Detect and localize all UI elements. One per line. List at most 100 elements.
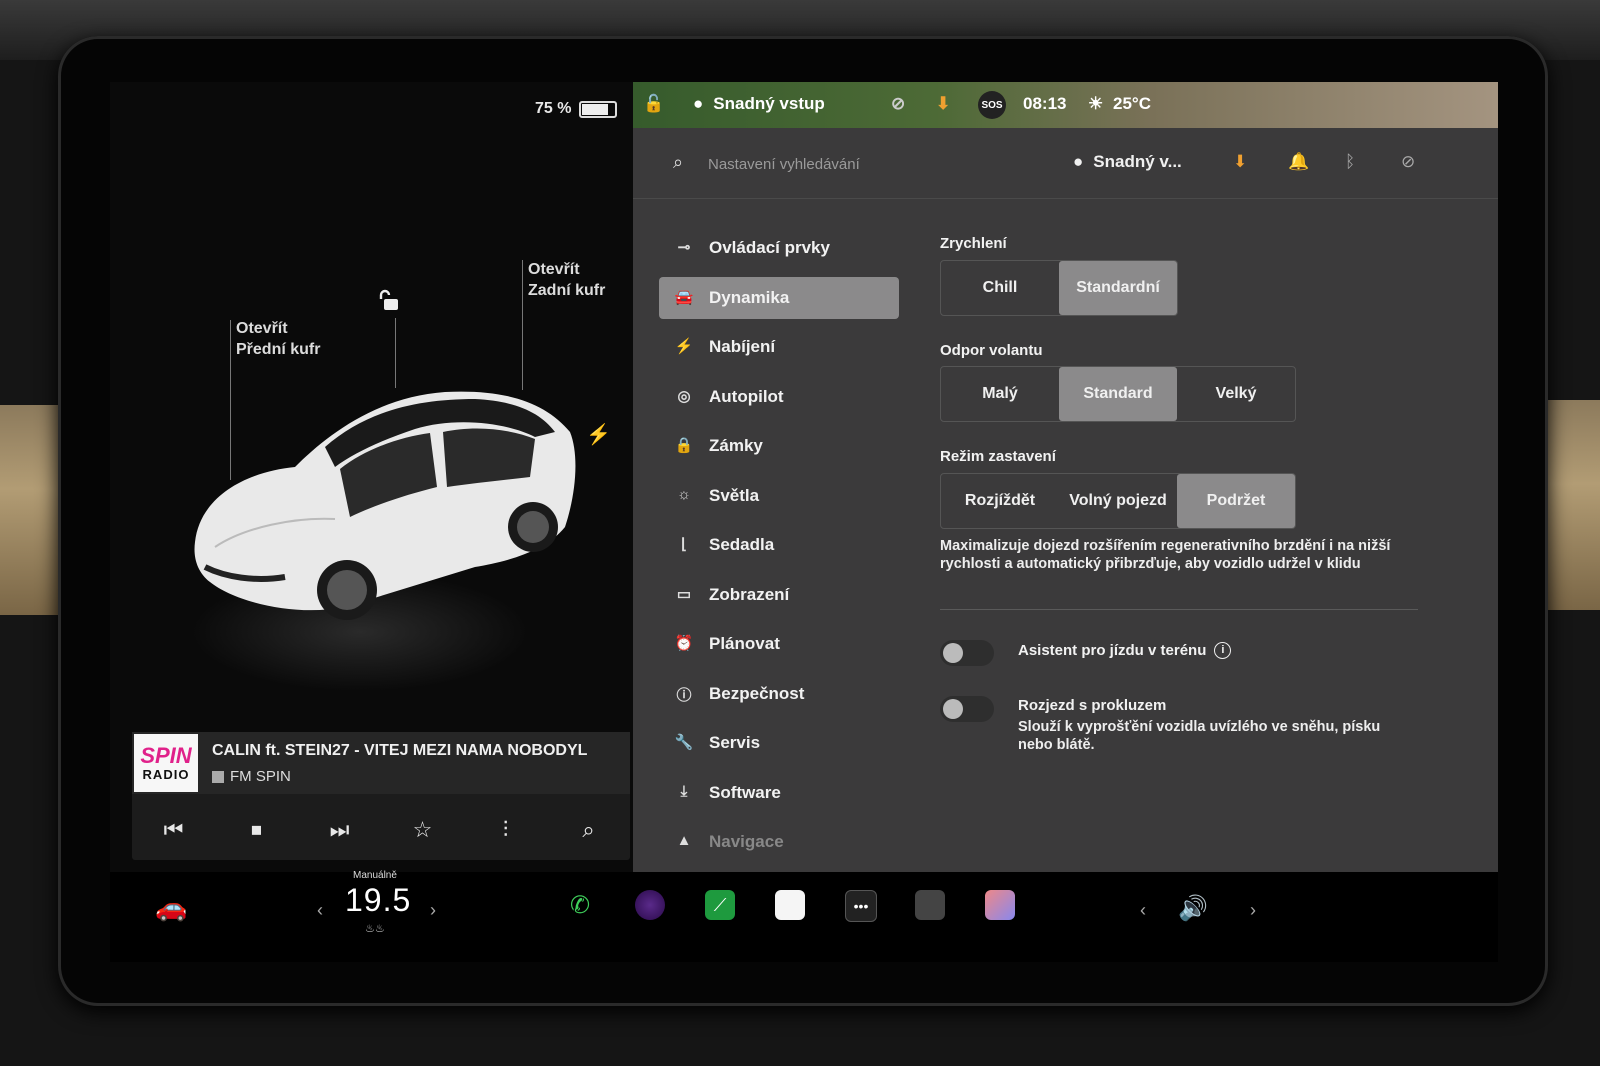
temp-down-chevron-icon[interactable]: ‹ (317, 900, 323, 921)
calendar-icon[interactable] (775, 890, 805, 920)
steering-heavy[interactable]: Velký (1177, 367, 1295, 421)
more-apps-icon[interactable]: ••• (845, 890, 877, 922)
battery-status: 75 % (535, 100, 618, 118)
settings-search-input[interactable]: Nastavení vyhledávání (708, 156, 860, 173)
stopping-roll[interactable]: Volný pojezd (1059, 474, 1177, 528)
volume-down-chevron-icon[interactable]: ‹ (1140, 900, 1146, 921)
menu-item-safety[interactable]: ⓘ Bezpečnost (659, 673, 899, 715)
toggle-icon: ⊸ (677, 239, 691, 256)
display-icon: ▭ (676, 585, 692, 603)
steering-wheel-icon: ◎ (677, 387, 691, 405)
menu-item-schedule[interactable]: ⏰ Plánovat (659, 623, 899, 665)
status-profile-name: Snadný vstup (713, 94, 825, 113)
menu-item-autopilot[interactable]: ◎ Autopilot (659, 376, 899, 418)
equalizer-icon[interactable]: ⫶ (486, 817, 526, 843)
wrench-icon: 🔧 (674, 734, 694, 751)
logo-bottom-text: RADIO (142, 766, 190, 782)
download-icon: ⤓ (680, 782, 688, 800)
bluetooth-icon[interactable]: ᛒ (1345, 152, 1355, 172)
steering-standard[interactable]: Standard (1059, 367, 1177, 421)
car-view-panel: 75 % Otevřít Přední kufr Otevřít Zadní k… (110, 82, 640, 872)
menu-item-service[interactable]: 🔧 Servis (659, 722, 899, 764)
menu-label: Zámky (709, 436, 763, 455)
stopping-hold[interactable]: Podržet (1177, 474, 1295, 528)
menu-item-software[interactable]: ⤓ Software (659, 772, 899, 814)
trunk-line1: Otevřít (528, 261, 580, 278)
menu-label: Nabíjení (709, 337, 776, 356)
dashcam-icon[interactable] (915, 890, 945, 920)
menu-label: Autopilot (709, 386, 784, 406)
bell-icon[interactable]: 🔔 (1288, 152, 1309, 172)
sos-icon[interactable]: SOS (978, 91, 1006, 119)
touchscreen: 75 % Otevřít Přední kufr Otevřít Zadní k… (110, 82, 1498, 962)
download-icon[interactable]: ⬇ (936, 94, 950, 114)
radio-source-icon (212, 770, 224, 783)
energy-graph-icon[interactable]: ⟋ (705, 890, 735, 920)
trunk-line2: Zadní kufr (528, 282, 606, 299)
stopping-mode-selector: Rozjíždět Volný pojezd Podržet (940, 473, 1296, 529)
now-playing[interactable]: SPIN RADIO CALIN ft. STEIN27 - VITEJ MEZ… (132, 732, 630, 794)
info-icon[interactable]: i (1214, 642, 1232, 659)
menu-item-lights[interactable]: ☼ Světla (659, 475, 899, 517)
steering-light[interactable]: Malý (941, 367, 1059, 421)
volume-up-chevron-icon[interactable]: › (1250, 900, 1256, 921)
menu-item-charging[interactable]: ⚡ Nabíjení (659, 326, 899, 368)
slip-start-description: Slouží k vyprošťění vozidla uvízlého ve … (1018, 719, 1381, 753)
user-icon: ● (693, 94, 704, 113)
menu-item-controls[interactable]: ⊸ Ovládací prvky (659, 227, 899, 269)
navigation-icon: ▲ (676, 832, 692, 849)
open-frunk-button[interactable]: Otevřít Přední kufr (236, 318, 320, 360)
seat-heater-icon[interactable]: ♨♨ (365, 922, 385, 935)
user-icon: ● (1073, 152, 1084, 171)
car-model-image (194, 391, 576, 620)
search-icon: ⌕ (673, 152, 684, 172)
toybox-icon[interactable] (985, 890, 1015, 920)
phone-icon[interactable]: ✆ (565, 890, 595, 920)
menu-item-seats[interactable]: ⌊ Sedadla (659, 524, 899, 566)
steering-title: Odpor volantu (940, 342, 1043, 359)
next-track-icon[interactable]: ⏭ (320, 817, 360, 843)
slip-start-label: Rozjezd s prokluzem (1018, 697, 1167, 714)
software-download-icon[interactable]: ⬇ (1233, 152, 1247, 172)
settings-menu: ⊸ Ovládací prvky 🚘 Dynamika ⚡ Nabíjení ◎ Aut… (659, 227, 899, 871)
slip-start-toggle[interactable] (940, 696, 994, 722)
status-profile[interactable]: ● Snadný vstup (693, 94, 825, 114)
acceleration-standard[interactable]: Standardní (1059, 261, 1177, 315)
unlocked-lock-icon[interactable]: 🔓 (643, 94, 664, 114)
menu-item-navigation[interactable]: ▲ Navigace (659, 821, 899, 863)
cabin-temperature[interactable]: 19.5 (345, 882, 411, 919)
bottom-dock: 🚗 ‹ Manuálně 19.5 ♨♨ › ✆ ⟋ ••• ‹ 🔊 › (110, 870, 1498, 962)
offroad-assist-toggle[interactable] (940, 640, 994, 666)
car-icon: 🚘 (674, 288, 694, 306)
seat-icon: ⌊ (681, 536, 687, 553)
stopping-creep[interactable]: Rozjíždět (941, 474, 1059, 528)
acceleration-chill[interactable]: Chill (941, 261, 1059, 315)
favorite-star-icon[interactable]: ☆ (403, 817, 443, 843)
unlock-icon[interactable] (378, 288, 404, 319)
car-icon[interactable]: 🚗 (155, 892, 187, 923)
menu-label: Bezpečnost (709, 683, 805, 703)
charge-port-icon[interactable]: ⚡ (586, 422, 611, 447)
camera-app-icon[interactable] (635, 890, 665, 920)
bolt-icon: ⚡ (674, 338, 694, 355)
menu-label: Dynamika (709, 287, 790, 307)
menu-label: Světla (709, 485, 760, 505)
media-search-icon[interactable]: ⌕ (569, 817, 609, 843)
frunk-line2: Přední kufr (236, 341, 321, 358)
open-trunk-button[interactable]: Otevřít Zadní kufr (528, 259, 605, 301)
climate-mode-label: Manuálně (353, 870, 397, 881)
offroad-assist-row: Asistent pro jízdu v terénu i (1018, 642, 1232, 659)
menu-item-display[interactable]: ▭ Zobrazení (659, 574, 899, 616)
profile-button[interactable]: ● Snadný v... (1073, 152, 1182, 172)
menu-item-locks[interactable]: 🔒 Zámky (659, 425, 899, 467)
no-signal-icon: ⊘ (891, 94, 906, 113)
media-player: SPIN RADIO CALIN ft. STEIN27 - VITEJ MEZ… (132, 732, 630, 860)
stopping-mode-title: Režim zastavení (940, 448, 1056, 465)
stop-icon[interactable]: ⏹ (237, 817, 277, 843)
volume-icon[interactable]: 🔊 (1178, 894, 1208, 923)
menu-item-dynamics[interactable]: 🚘 Dynamika (659, 276, 899, 319)
previous-track-icon[interactable]: ⏮ (154, 817, 194, 843)
menu-label: Software (709, 782, 781, 802)
no-signal-icon: ⊘ (1401, 152, 1416, 171)
temp-up-chevron-icon[interactable]: › (430, 900, 436, 921)
